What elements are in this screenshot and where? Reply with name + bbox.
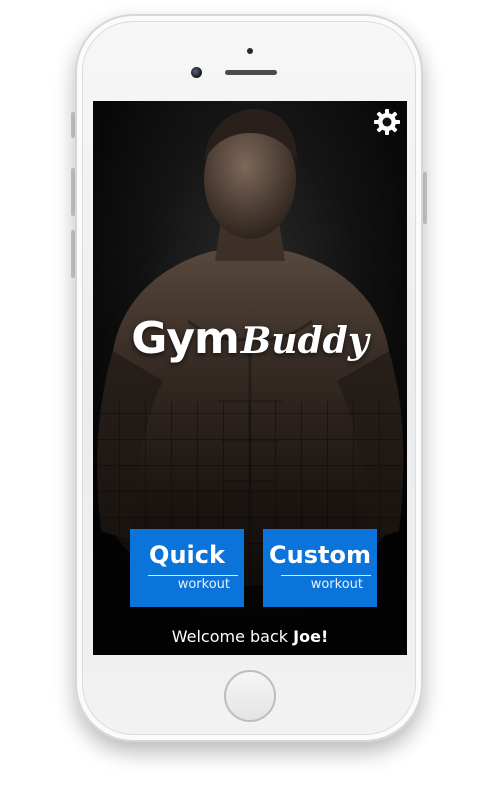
logo-text-buddy: Buddy xyxy=(240,320,369,362)
welcome-message: Welcome back Joe! xyxy=(93,627,407,646)
logo-text-gym: Gym xyxy=(131,313,240,364)
gear-icon xyxy=(374,109,400,135)
home-button[interactable] xyxy=(224,670,276,722)
app-screen: GymBuddy Quick workout Custom workout We… xyxy=(93,101,407,655)
quick-workout-title: Quick xyxy=(149,541,225,569)
settings-button[interactable] xyxy=(372,107,402,137)
proximity-sensor xyxy=(247,48,253,54)
custom-workout-title: Custom xyxy=(269,541,371,569)
front-camera xyxy=(191,67,202,78)
custom-workout-subtitle: workout xyxy=(310,577,363,592)
button-divider xyxy=(281,575,371,576)
quick-workout-subtitle: workout xyxy=(177,577,230,592)
custom-workout-button[interactable]: Custom workout xyxy=(263,529,377,607)
power-button xyxy=(423,172,427,224)
welcome-prefix: Welcome back xyxy=(171,627,294,646)
earpiece-speaker xyxy=(225,70,277,75)
button-divider xyxy=(148,575,238,576)
app-logo: GymBuddy xyxy=(93,313,407,364)
quick-workout-button[interactable]: Quick workout xyxy=(130,529,244,607)
user-name: Joe! xyxy=(293,627,329,646)
device-mockup: GymBuddy Quick workout Custom workout We… xyxy=(0,0,486,800)
